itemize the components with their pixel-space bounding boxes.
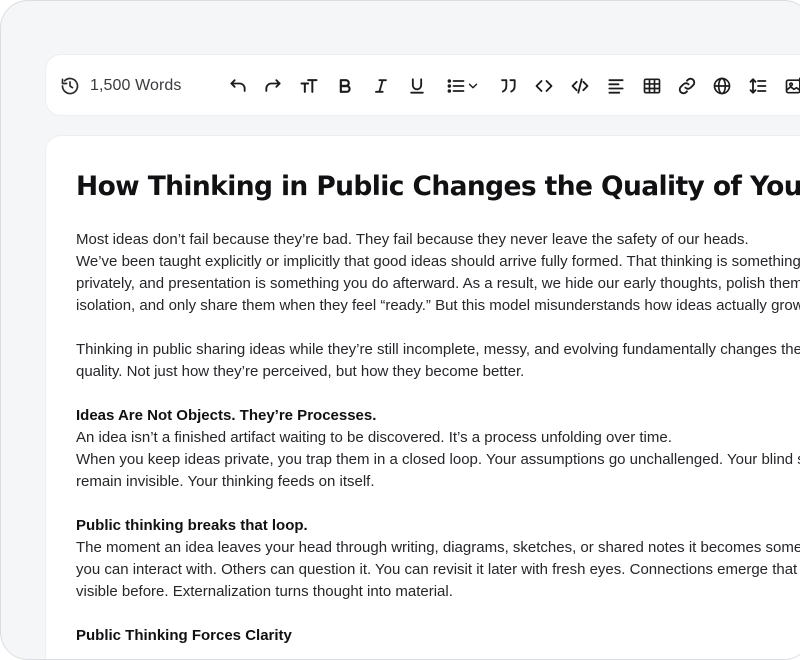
section-heading: Public Thinking Forces Clarity	[76, 627, 292, 644]
code-block-icon	[571, 78, 589, 94]
text-line: Most ideas don’t fail because they’re ba…	[76, 231, 749, 248]
document-content[interactable]: How Thinking in Public Changes the Quali…	[76, 166, 800, 647]
redo-icon	[265, 79, 281, 92]
table-icon	[643, 78, 661, 94]
word-count: 1,500 Words	[60, 55, 182, 117]
text-line: visible before. Externalization turns th…	[76, 583, 453, 600]
app-window: 1,500 Words How Thinking in Public Chang…	[0, 0, 800, 660]
paragraph-2[interactable]: Thinking in public sharing ideas while t…	[76, 339, 800, 383]
text-line: Thinking in public sharing ideas while t…	[76, 341, 800, 358]
section-heading: Ideas Are Not Objects. They’re Processes…	[76, 407, 377, 424]
chevron-down-icon	[468, 83, 478, 89]
word-count-label: 1,500 Words	[90, 77, 182, 94]
text-size-icon	[300, 79, 318, 93]
undo-icon	[230, 79, 246, 92]
link-icon	[678, 77, 696, 95]
section-heading: Public thinking breaks that loop.	[76, 517, 308, 534]
text-line: An idea isn’t a finished artifact waitin…	[76, 429, 672, 446]
text-line: We’ve been taught explicitly or implicit…	[76, 253, 800, 270]
line-height-icon	[749, 78, 767, 94]
paragraph-3[interactable]: Ideas Are Not Objects. They’re Processes…	[76, 405, 800, 493]
blockquote-button[interactable]	[496, 74, 520, 98]
paragraph-1[interactable]: Most ideas don’t fail because they’re ba…	[76, 229, 800, 317]
text-line: The moment an idea leaves your head thro…	[76, 539, 800, 556]
align-left-icon	[608, 79, 624, 94]
table-button[interactable]	[640, 74, 664, 98]
underline-button[interactable]	[405, 74, 429, 98]
italic-button[interactable]	[369, 74, 393, 98]
editor-toolbar: 1,500 Words	[45, 54, 800, 116]
text-line: quality. Not just how they’re perceived,…	[76, 363, 525, 380]
align-left-button[interactable]	[604, 74, 628, 98]
undo-button[interactable]	[226, 74, 250, 98]
blockquote-icon	[501, 79, 516, 93]
paragraph-5[interactable]: Public Thinking Forces Clarity	[76, 625, 800, 647]
document-editor[interactable]: How Thinking in Public Changes the Quali…	[45, 135, 800, 659]
inline-code-button[interactable]	[532, 74, 556, 98]
redo-button[interactable]	[261, 74, 285, 98]
history-icon	[61, 77, 79, 95]
globe-button[interactable]	[710, 74, 734, 98]
document-title[interactable]: How Thinking in Public Changes the Quali…	[76, 170, 800, 204]
bullet-list-icon	[447, 79, 465, 93]
bold-button[interactable]	[333, 74, 357, 98]
globe-icon	[713, 77, 731, 95]
text-line: you can interact with. Others can questi…	[76, 561, 798, 578]
bold-icon	[339, 79, 351, 93]
line-height-button[interactable]	[746, 74, 770, 98]
image-button[interactable]	[782, 74, 800, 98]
bullet-list-button[interactable]	[443, 74, 483, 98]
text-line: When you keep ideas private, you trap th…	[76, 451, 800, 468]
text-line: isolation, and only share them when they…	[76, 297, 800, 314]
paragraph-4[interactable]: Public thinking breaks that loop. The mo…	[76, 515, 800, 603]
code-block-button[interactable]	[568, 74, 592, 98]
underline-icon	[410, 78, 424, 94]
inline-code-icon	[535, 80, 553, 92]
link-button[interactable]	[675, 74, 699, 98]
text-line: remain invisible. Your thinking feeds on…	[76, 473, 375, 490]
text-size-button[interactable]	[297, 74, 321, 98]
image-icon	[785, 77, 800, 94]
italic-icon	[375, 79, 387, 93]
text-line: privately, and presentation is something…	[76, 275, 800, 292]
